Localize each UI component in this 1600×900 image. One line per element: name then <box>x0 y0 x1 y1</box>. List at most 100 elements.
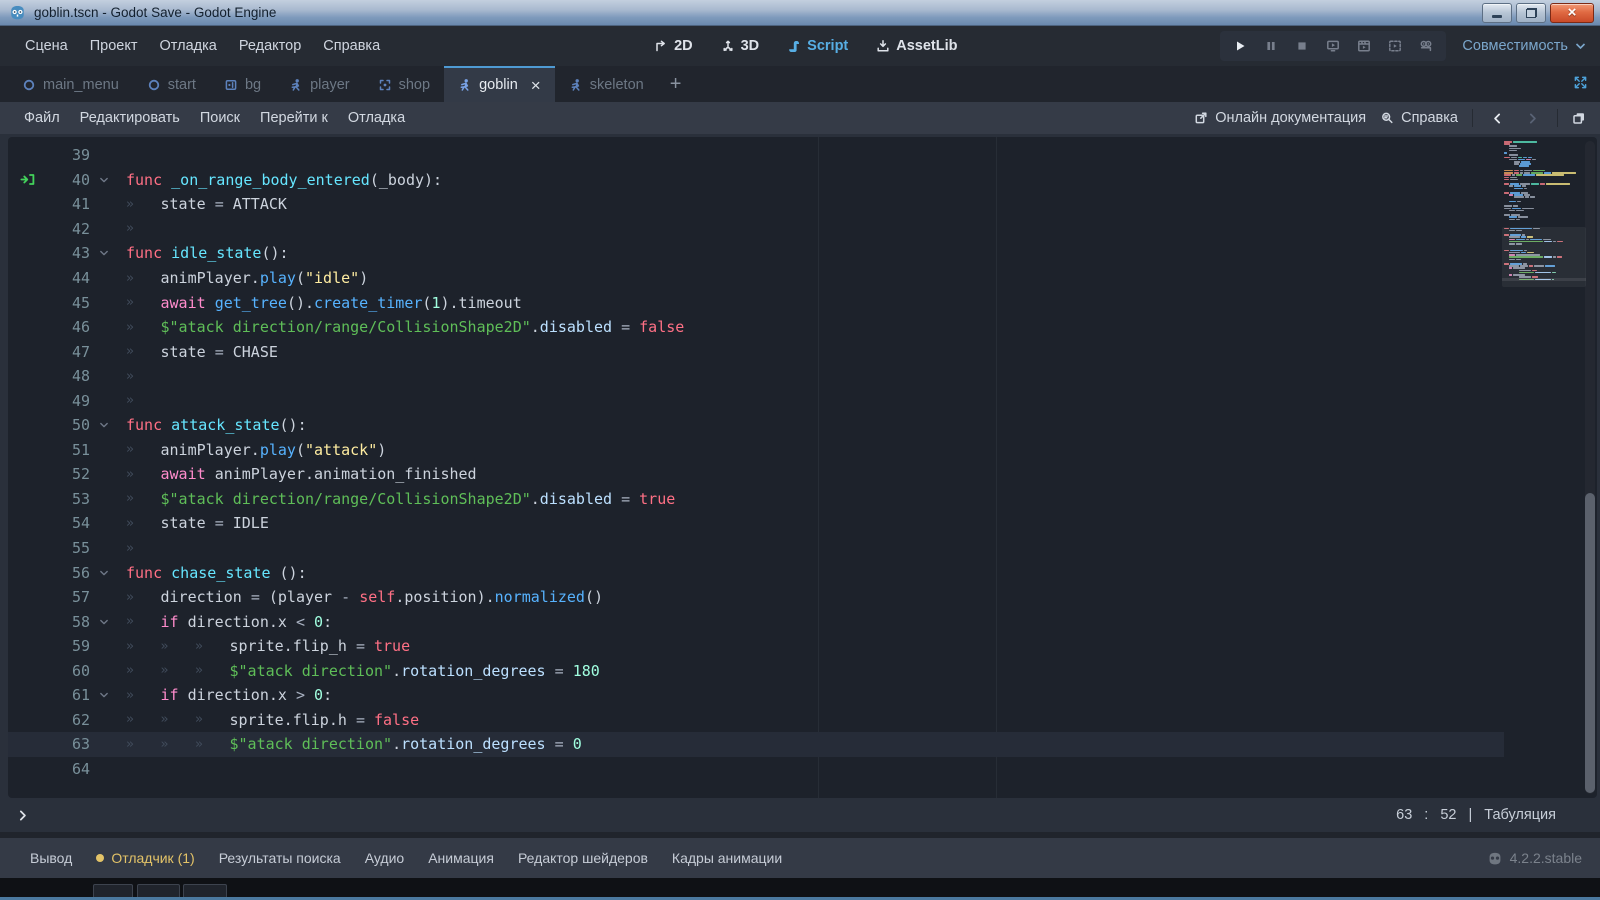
code-line-61[interactable]: 61»if direction.x > 0: <box>8 683 1597 708</box>
menubar-item-project[interactable]: Проект <box>79 32 149 60</box>
code-line-42[interactable]: 42» <box>8 217 1597 242</box>
code-line-57[interactable]: 57»direction = (player - self.position).… <box>8 585 1597 610</box>
workspace-3d-button[interactable]: 3D <box>712 33 769 59</box>
menubar-item-help[interactable]: Справка <box>312 32 391 60</box>
code-line-50[interactable]: 50func attack_state(): <box>8 413 1597 438</box>
code-line-43[interactable]: 43func idle_state(): <box>8 241 1597 266</box>
code-content: »»»sprite.flip_h = true <box>126 637 410 655</box>
indent-type[interactable]: Табуляция <box>1484 807 1556 823</box>
scrollbar-thumb[interactable] <box>1585 493 1595 793</box>
distraction-free-icon[interactable] <box>1573 75 1588 90</box>
fold-arrow-icon[interactable] <box>90 419 118 431</box>
scene-tab-skeleton[interactable]: skeleton <box>555 66 658 102</box>
tab-marker: » <box>126 663 161 678</box>
code-line-63[interactable]: 63»»»$"atack direction".rotation_degrees… <box>8 732 1597 757</box>
line-number: 60 <box>42 662 90 680</box>
history-back-button[interactable] <box>1487 112 1508 125</box>
workspace-2d-button[interactable]: 2D <box>645 33 702 59</box>
script-menu-goto[interactable]: Перейти к <box>250 105 338 131</box>
code-line-59[interactable]: 59»»»sprite.flip_h = true <box>8 634 1597 659</box>
taskbar-item[interactable] <box>93 884 133 897</box>
code-line-40[interactable]: 40func _on_range_body_entered(_body): <box>8 168 1597 193</box>
search-help-button[interactable]: Справка <box>1380 110 1458 126</box>
code-line-41[interactable]: 41»state = ATTACK <box>8 192 1597 217</box>
add-scene-tab-button[interactable]: + <box>658 66 694 102</box>
line-number: 49 <box>42 392 90 410</box>
code-line-52[interactable]: 52»await animPlayer.animation_finished <box>8 462 1597 487</box>
fold-arrow-icon[interactable] <box>90 567 118 579</box>
code-line-54[interactable]: 54»state = IDLE <box>8 511 1597 536</box>
history-forward-button[interactable] <box>1522 112 1543 125</box>
scene-tab-shop[interactable]: shop <box>364 66 444 102</box>
bottom-tab-audio[interactable]: Аудио <box>353 845 417 871</box>
script-menu-search[interactable]: Поиск <box>190 105 250 131</box>
code-line-64[interactable]: 64 <box>8 757 1597 782</box>
line-number: 58 <box>42 613 90 631</box>
code-line-46[interactable]: 46»$"atack direction/range/CollisionShap… <box>8 315 1597 340</box>
fold-arrow-icon[interactable] <box>90 616 118 628</box>
code-line-55[interactable]: 55» <box>8 536 1597 561</box>
titlebar[interactable]: goblin.tscn - Godot Save - Godot Engine … <box>0 0 1600 26</box>
code-line-51[interactable]: 51»animPlayer.play("attack") <box>8 438 1597 463</box>
code-line-49[interactable]: 49» <box>8 388 1597 413</box>
bottom-tab-debugger[interactable]: Отладчик (1) <box>84 845 206 871</box>
code-line-58[interactable]: 58»if direction.x < 0: <box>8 609 1597 634</box>
online-docs-button[interactable]: Онлайн документация <box>1194 110 1366 126</box>
scene-2d-icon <box>22 78 36 92</box>
close-tab-icon[interactable]: × <box>531 77 541 94</box>
fold-arrow-icon[interactable] <box>90 174 118 186</box>
bottom-tab-search-results[interactable]: Результаты поиска <box>207 845 353 871</box>
status-separator: | <box>1468 807 1472 823</box>
code-line-47[interactable]: 47»state = CHASE <box>8 339 1597 364</box>
code-line-62[interactable]: 62»»»sprite.flip.h = false <box>8 708 1597 733</box>
minimize-button[interactable] <box>1482 3 1512 23</box>
code-line-60[interactable]: 60»»»$"atack direction".rotation_degrees… <box>8 658 1597 683</box>
errors-expand-chevron-icon[interactable] <box>16 809 29 822</box>
bottom-tab-shader-editor[interactable]: Редактор шейдеров <box>506 845 660 871</box>
code-token: sprite.flip.h <box>230 711 356 729</box>
scene-tab-goblin[interactable]: goblin× <box>444 66 555 102</box>
bottom-tab-output[interactable]: Вывод <box>18 845 84 871</box>
menubar-item-editor[interactable]: Редактор <box>228 32 312 60</box>
stop-button[interactable] <box>1295 39 1309 53</box>
menubar-item-scene[interactable]: Сцена <box>14 32 79 60</box>
code-line-44[interactable]: 44»animPlayer.play("idle") <box>8 266 1597 291</box>
workspace-assetlib-button[interactable]: AssetLib <box>867 33 966 59</box>
minimap[interactable] <box>1504 141 1584 798</box>
taskbar-item[interactable] <box>137 884 180 897</box>
code-line-45[interactable]: 45»await get_tree().create_timer(1).time… <box>8 290 1597 315</box>
scene-tab-start[interactable]: start <box>133 66 210 102</box>
minimap-segment <box>1518 216 1528 218</box>
bottom-tab-animation[interactable]: Анимация <box>416 845 506 871</box>
menubar-item-debug[interactable]: Отладка <box>149 32 228 60</box>
code-line-53[interactable]: 53»$"atack direction/range/CollisionShap… <box>8 487 1597 512</box>
workspace-script-button[interactable]: Script <box>778 33 857 59</box>
bottom-tab-sprite-frames[interactable]: Кадры анимации <box>660 845 794 871</box>
play-custom-scene-button[interactable] <box>1357 39 1371 53</box>
line-number: 44 <box>42 269 90 287</box>
fold-arrow-icon[interactable] <box>90 689 118 701</box>
pause-button[interactable] <box>1264 39 1278 53</box>
minimap-segment <box>1523 174 1535 176</box>
scripts-panel-toggle[interactable] <box>1572 111 1586 125</box>
renderer-dropdown[interactable]: Совместимость <box>1462 38 1586 54</box>
script-menu-file[interactable]: Файл <box>14 105 70 131</box>
scene-tab-main_menu[interactable]: main_menu <box>8 66 133 102</box>
fold-arrow-icon[interactable] <box>90 247 118 259</box>
scene-tab-player[interactable]: player <box>275 66 364 102</box>
play-button[interactable] <box>1233 39 1247 53</box>
code-line-39[interactable]: 39 <box>8 143 1597 168</box>
code-line-56[interactable]: 56func chase_state (): <box>8 560 1597 585</box>
restore-button[interactable] <box>1516 3 1546 23</box>
scene-tab-bg[interactable]: bg <box>210 66 275 102</box>
code-line-48[interactable]: 48» <box>8 364 1597 389</box>
script-menu-debug[interactable]: Отладка <box>338 105 415 131</box>
play-scene-button[interactable] <box>1326 39 1340 53</box>
connected-signal-icon[interactable] <box>20 172 42 187</box>
movie-maker-button[interactable] <box>1388 39 1402 53</box>
code-editor[interactable]: 3940func _on_range_body_entered(_body):4… <box>8 137 1597 798</box>
close-button[interactable]: × <box>1550 3 1594 23</box>
script-menu-edit[interactable]: Редактировать <box>70 105 190 131</box>
taskbar-item[interactable] <box>183 884 227 897</box>
movie-reel-button[interactable] <box>1419 39 1433 53</box>
